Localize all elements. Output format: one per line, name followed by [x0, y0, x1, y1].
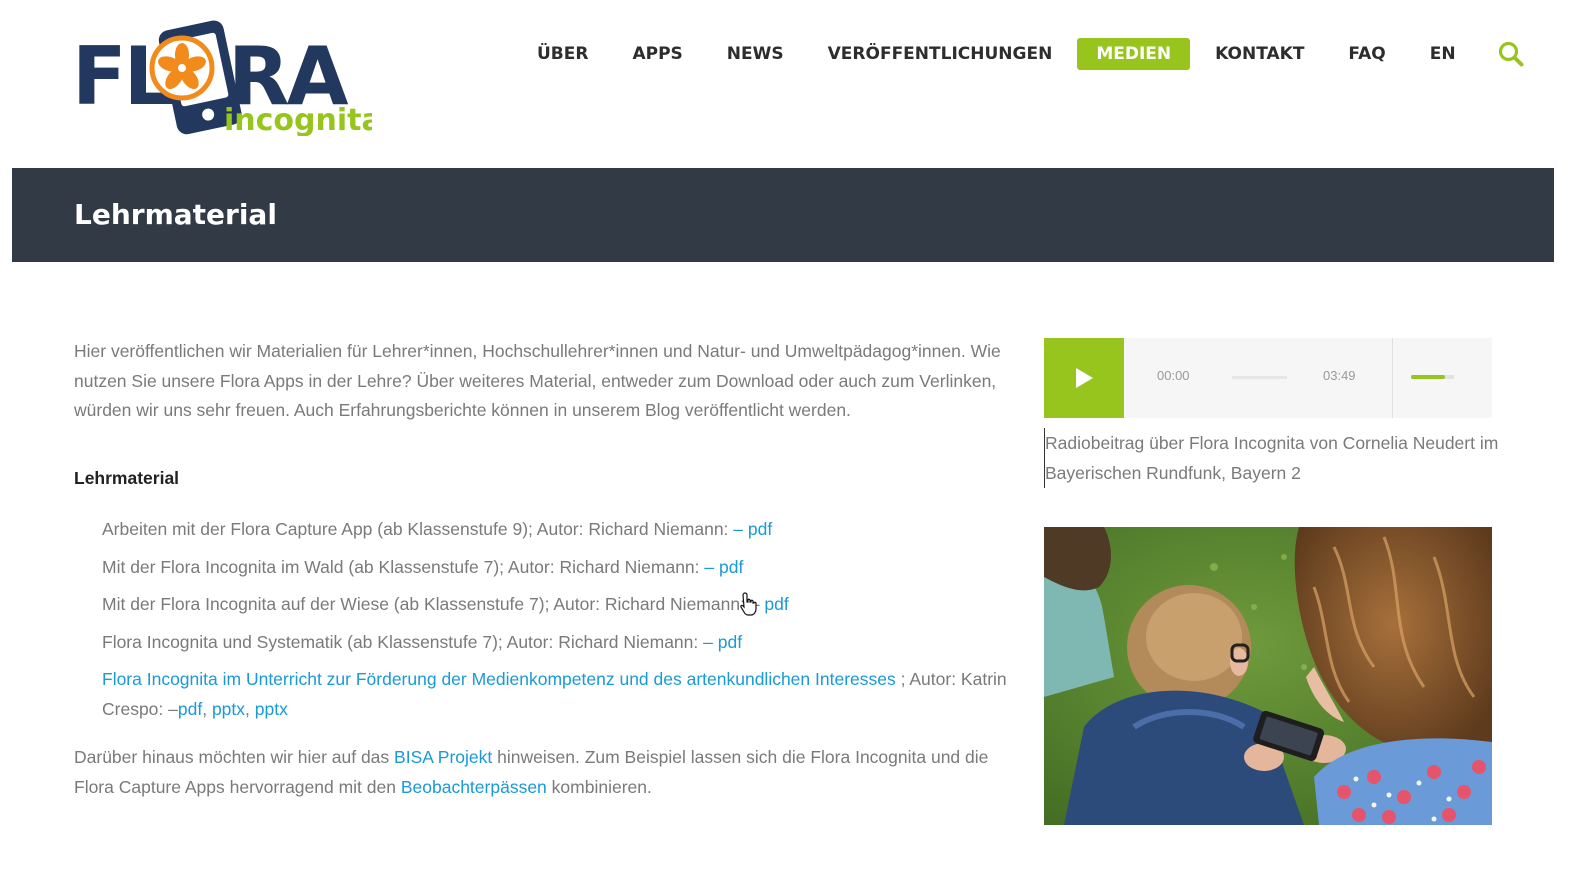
- main-content: Hier veröffentlichen wir Materialien für…: [74, 337, 1009, 802]
- main-nav: ÜBER APPS NEWS VERÖFFENTLICHUNGEN MEDIEN…: [515, 38, 1526, 70]
- beobachterpaesse-link[interactable]: Beobachterpässen: [401, 777, 547, 797]
- pdf-link[interactable]: – pdf: [703, 632, 742, 652]
- nav-item-kontakt[interactable]: KONTAKT: [1193, 38, 1326, 70]
- current-time: 00:00: [1157, 368, 1190, 383]
- pptx-link[interactable]: pptx: [212, 699, 245, 719]
- search-icon-graphic: [1498, 41, 1524, 67]
- search-icon[interactable]: [1496, 38, 1526, 70]
- separator: ,: [202, 698, 212, 719]
- progress-bar[interactable]: [1232, 376, 1287, 379]
- nav-item-medien[interactable]: MEDIEN: [1077, 38, 1191, 70]
- materials-list: Arbeiten mit der Flora Capture App (ab K…: [74, 515, 1009, 724]
- material-text: Mit der Flora Incognita im Wald (ab Klas…: [102, 556, 705, 577]
- nav-item-en[interactable]: EN: [1408, 38, 1478, 70]
- page-title-band: Lehrmaterial: [12, 168, 1554, 262]
- material-text: Arbeiten mit der Flora Capture App (ab K…: [102, 519, 734, 539]
- audio-caption: Radiobeitrag über Flora Incognita von Co…: [1044, 428, 1500, 488]
- section-heading: Lehrmaterial: [74, 467, 180, 488]
- bisa-projekt-link[interactable]: BISA Projekt: [394, 747, 492, 767]
- kids-using-phone-photo: [1044, 527, 1492, 825]
- hand-cursor-icon: [740, 592, 757, 616]
- pdf-link[interactable]: – pdf: [704, 557, 743, 577]
- outro-text-3: kombinieren.: [546, 776, 652, 797]
- material-text: Flora Incognita und Systematik (ab Klass…: [102, 631, 704, 652]
- duration: 03:49: [1323, 368, 1356, 383]
- svg-text:incognita: incognita: [224, 103, 372, 136]
- audio-player: 00:00 03:49: [1044, 338, 1492, 418]
- site-logo[interactable]: FL RA incognita: [72, 18, 382, 138]
- material-text: Mit der Flora Incognita auf der Wiese (a…: [102, 594, 750, 614]
- logo-graphic: FL RA incognita: [72, 20, 382, 138]
- page-title: Lehrmaterial: [74, 198, 277, 231]
- outro-text-1: Darüber hinaus möchten wir hier auf das: [74, 747, 395, 767]
- outro-paragraph: Darüber hinaus möchten wir hier auf das …: [74, 743, 1009, 802]
- intro-paragraph: Hier veröffentlichen wir Materialien für…: [74, 341, 1001, 420]
- nav-item-faq[interactable]: FAQ: [1326, 38, 1407, 70]
- list-item: Arbeiten mit der Flora Capture App (ab K…: [102, 515, 1009, 545]
- divider: [1392, 338, 1393, 418]
- list-item: Flora Incognita und Systematik (ab Klass…: [102, 628, 1009, 658]
- nav-item-news[interactable]: NEWS: [705, 38, 806, 70]
- play-button[interactable]: [1044, 338, 1124, 418]
- list-item: Mit der Flora Incognita auf der Wiese (a…: [102, 590, 1009, 620]
- nav-item-apps[interactable]: APPS: [610, 38, 704, 70]
- photo-graphic: [1044, 527, 1492, 825]
- play-icon: [1076, 368, 1093, 388]
- separator: ,: [245, 698, 255, 719]
- list-item: Mit der Flora Incognita im Wald (ab Klas…: [102, 553, 1009, 583]
- medienkompetenz-link[interactable]: Flora Incognita im Unterricht zur Förder…: [102, 669, 896, 689]
- pptx-link-2[interactable]: pptx: [255, 699, 288, 719]
- volume-slider[interactable]: [1411, 375, 1454, 379]
- pdf-link[interactable]: pdf: [178, 699, 202, 719]
- volume-level: [1411, 375, 1446, 379]
- nav-item-veroeffentlichungen[interactable]: VERÖFFENTLICHUNGEN: [806, 38, 1075, 70]
- nav-item-ueber[interactable]: ÜBER: [515, 38, 610, 70]
- list-item: Flora Incognita im Unterricht zur Förder…: [102, 665, 1009, 724]
- pdf-link[interactable]: – pdf: [733, 519, 772, 539]
